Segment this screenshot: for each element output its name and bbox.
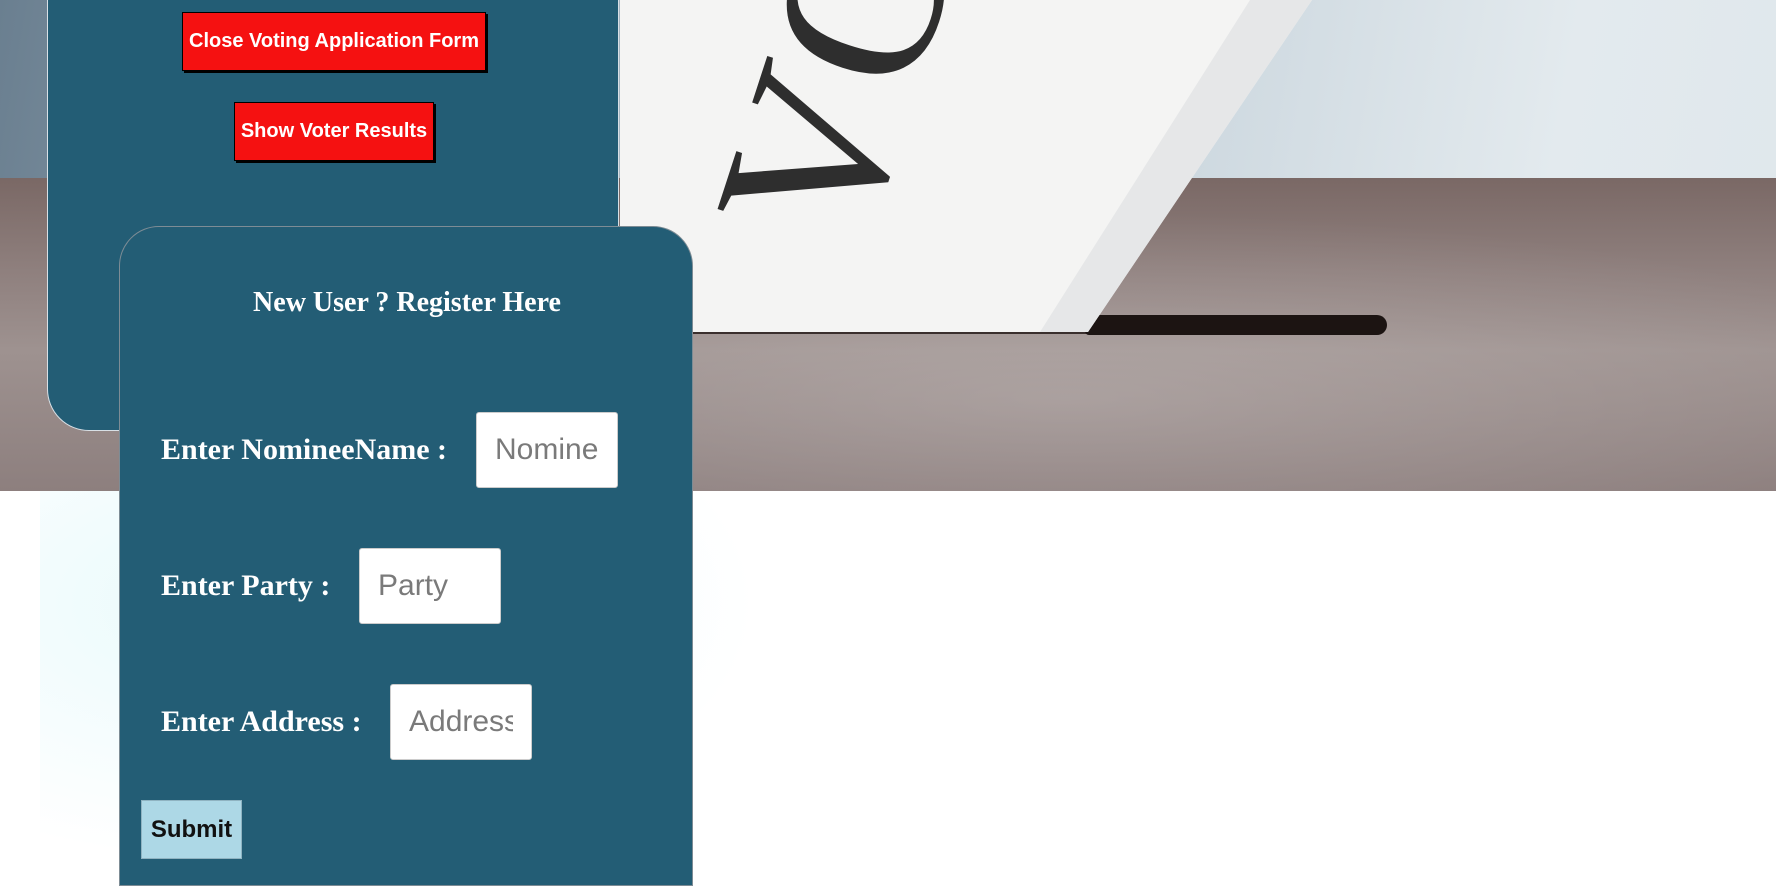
- show-voter-results-button[interactable]: Show Voter Results: [234, 102, 434, 161]
- address-input[interactable]: [390, 684, 532, 760]
- register-form-panel: New User ? Register Here Enter NomineeNa…: [119, 226, 693, 886]
- close-voting-form-button[interactable]: Close Voting Application Form: [182, 12, 486, 71]
- register-form-title: New User ? Register Here: [253, 287, 561, 318]
- party-label: Enter Party :: [161, 569, 331, 602]
- address-label: Enter Address :: [161, 705, 362, 738]
- submit-button[interactable]: Submit: [141, 800, 242, 859]
- nominee-name-input[interactable]: [476, 412, 618, 488]
- party-input[interactable]: [359, 548, 501, 624]
- nominee-name-label: Enter NomineeName :: [161, 433, 448, 466]
